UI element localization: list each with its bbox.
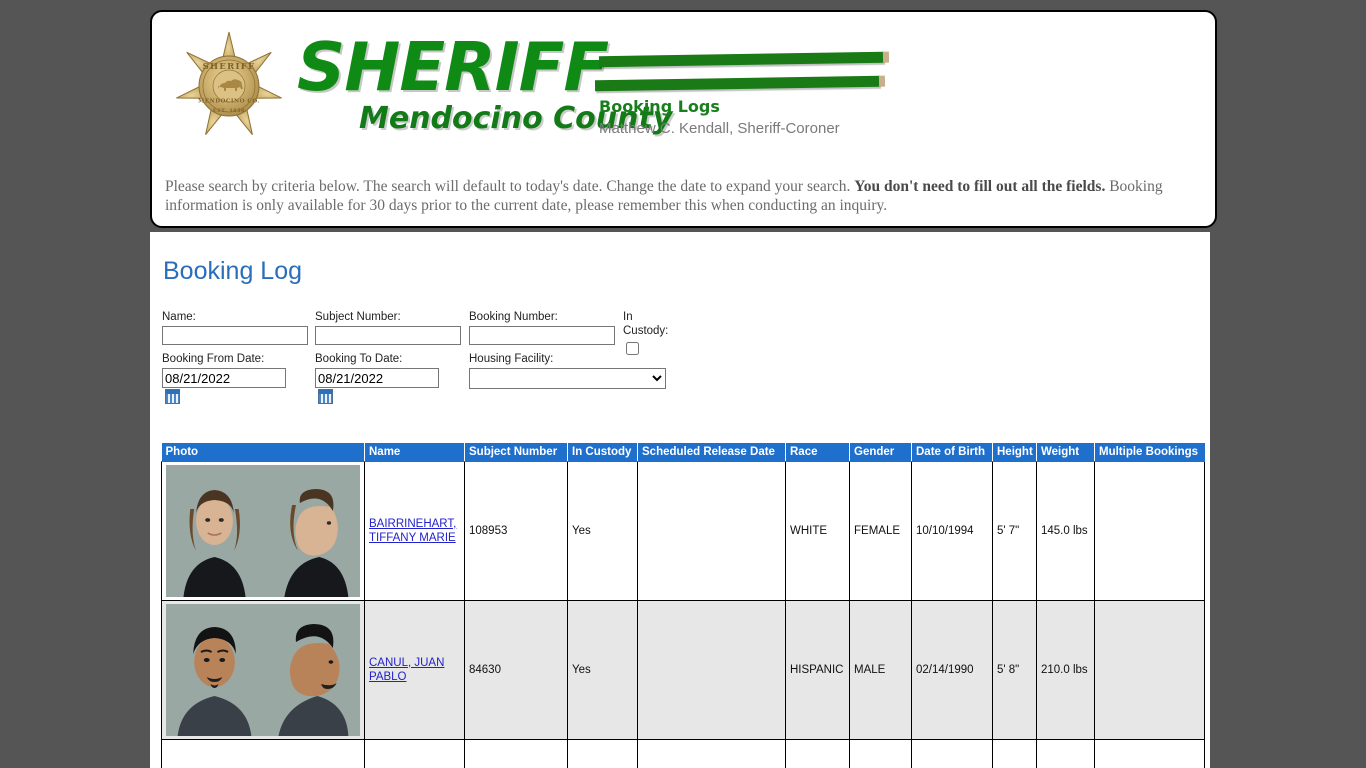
header-subtitle-block: Booking Logs Matthew C. Kendall, Sheriff…	[599, 96, 929, 139]
site-header-panel: SHERIFF MENDOCINO CO. EST. 1850 SHERIFF …	[150, 10, 1217, 228]
svg-text:MENDOCINO CO.: MENDOCINO CO.	[198, 99, 260, 105]
row-subject-number-cell	[464, 739, 568, 768]
row-photo-cell[interactable]	[161, 600, 365, 740]
subject-number-input[interactable]	[315, 326, 461, 345]
inmate-name-link[interactable]: CANUL, JUAN PABLO	[369, 656, 460, 685]
mugshot-pair	[166, 604, 360, 736]
row-race-cell: HISPANIC	[785, 600, 850, 740]
booking-to-date-field-group: Booking To Date:	[315, 352, 439, 406]
subject-number-field-group: Subject Number:	[315, 310, 461, 345]
results-table-wrapper: Photo Name Subject Number In Custody Sch…	[161, 443, 1205, 768]
table-row	[161, 739, 1205, 768]
svg-text:SHERIFF: SHERIFF	[203, 62, 256, 72]
svg-text:EST. 1850: EST. 1850	[213, 108, 245, 114]
mugshot-pair	[166, 465, 360, 597]
search-instructions: Please search by criteria below. The sea…	[165, 177, 1205, 216]
booking-from-date-field-group: Booking From Date:	[162, 352, 286, 406]
instructions-emphasis: You don't need to fill out all the field…	[854, 178, 1106, 195]
row-multiple-bookings-cell	[1094, 600, 1205, 740]
row-photo-cell[interactable]	[161, 461, 365, 601]
row-date-of-birth-cell	[911, 739, 993, 768]
column-header-race[interactable]: Race	[785, 443, 850, 462]
column-header-date-of-birth[interactable]: Date of Birth	[911, 443, 993, 462]
row-race-cell: WHITE	[785, 461, 850, 601]
row-weight-cell: 145.0 lbs	[1036, 461, 1095, 601]
sheriff-coroner-name: Matthew C. Kendall, Sheriff-Coroner	[599, 120, 840, 138]
row-gender-cell: MALE	[849, 600, 912, 740]
row-weight-cell: 210.0 lbs	[1036, 600, 1095, 740]
row-subject-number-cell: 84630	[464, 600, 568, 740]
in-custody-label: In Custody:	[623, 311, 669, 337]
booking-to-date-label: Booking To Date:	[315, 353, 403, 365]
page-root: SHERIFF MENDOCINO CO. EST. 1850 SHERIFF …	[0, 0, 1366, 768]
row-photo-cell[interactable]	[161, 739, 365, 768]
row-weight-cell	[1036, 739, 1095, 768]
row-scheduled-release-date-cell	[637, 739, 786, 768]
booking-results-table: Photo Name Subject Number In Custody Sch…	[161, 443, 1205, 768]
subject-number-label: Subject Number:	[315, 311, 401, 323]
row-multiple-bookings-cell	[1094, 739, 1205, 768]
column-header-subject-number[interactable]: Subject Number	[464, 443, 568, 462]
row-gender-cell	[849, 739, 912, 768]
housing-facility-field-group: Housing Facility:	[469, 352, 666, 389]
booking-number-field-group: Booking Number:	[469, 310, 615, 345]
sheriff-star-badge-icon: SHERIFF MENDOCINO CO. EST. 1850	[174, 30, 284, 142]
column-header-photo[interactable]: Photo	[161, 443, 365, 462]
column-header-multiple-bookings[interactable]: Multiple Bookings	[1094, 443, 1205, 462]
row-height-cell: 5' 7"	[992, 461, 1037, 601]
row-date-of-birth-cell: 10/10/1994	[911, 461, 993, 601]
inmate-name-link[interactable]: BAIRRINEHART, TIFFANY MARIE	[369, 517, 460, 546]
calendar-icon-from[interactable]	[165, 389, 180, 405]
name-input[interactable]	[162, 326, 308, 345]
page-title: Booking Log	[163, 257, 303, 285]
row-in-custody-cell: Yes	[567, 461, 638, 601]
row-in-custody-cell: Yes	[567, 600, 638, 740]
row-gender-cell: FEMALE	[849, 461, 912, 601]
column-header-name[interactable]: Name	[364, 443, 465, 462]
booking-number-label: Booking Number:	[469, 311, 558, 323]
housing-facility-label: Housing Facility:	[469, 353, 554, 365]
mugshot-profile-icon	[263, 465, 360, 597]
column-header-in-custody[interactable]: In Custody	[567, 443, 638, 462]
name-label: Name:	[162, 311, 196, 323]
row-height-cell: 5' 8"	[992, 600, 1037, 740]
booking-logs-subtitle: Booking Logs	[599, 97, 720, 116]
row-scheduled-release-date-cell	[637, 461, 786, 601]
table-row: BAIRRINEHART, TIFFANY MARIE 108953 Yes W…	[161, 461, 1205, 601]
name-field-group: Name:	[162, 310, 308, 345]
row-race-cell	[785, 739, 850, 768]
table-row: CANUL, JUAN PABLO 84630 Yes HISPANIC MAL…	[161, 600, 1205, 740]
row-in-custody-cell	[567, 739, 638, 768]
mugshot-front-icon	[166, 465, 263, 597]
logo-row: SHERIFF MENDOCINO CO. EST. 1850 SHERIFF …	[152, 12, 1215, 162]
column-header-height[interactable]: Height	[992, 443, 1037, 462]
mugshot-profile-icon	[263, 604, 360, 736]
calendar-icon-to[interactable]	[318, 389, 333, 405]
booking-to-date-input[interactable]	[315, 368, 439, 388]
booking-number-input[interactable]	[469, 326, 615, 345]
mugshot-front-icon	[166, 604, 263, 736]
row-name-cell: CANUL, JUAN PABLO	[364, 600, 465, 740]
booking-from-date-label: Booking From Date:	[162, 353, 265, 365]
instructions-part-1: Please search by criteria below. The sea…	[165, 178, 855, 195]
results-table-header-row: Photo Name Subject Number In Custody Sch…	[161, 443, 1205, 462]
row-multiple-bookings-cell	[1094, 461, 1205, 601]
row-subject-number-cell: 108953	[464, 461, 568, 601]
housing-facility-select[interactable]	[469, 368, 666, 389]
column-header-gender[interactable]: Gender	[849, 443, 912, 462]
wordmark-sheriff-text: SHERIFF	[297, 28, 609, 106]
row-date-of-birth-cell: 02/14/1990	[911, 600, 993, 740]
row-height-cell	[992, 739, 1037, 768]
row-name-cell: BAIRRINEHART, TIFFANY MARIE	[364, 461, 465, 601]
main-content: Booking Log Name: Subject Number: Bookin…	[150, 232, 1210, 768]
row-scheduled-release-date-cell	[637, 600, 786, 740]
column-header-scheduled-release-date[interactable]: Scheduled Release Date	[637, 443, 786, 462]
row-name-cell	[364, 739, 465, 768]
column-header-weight[interactable]: Weight	[1036, 443, 1095, 462]
booking-from-date-input[interactable]	[162, 368, 286, 388]
